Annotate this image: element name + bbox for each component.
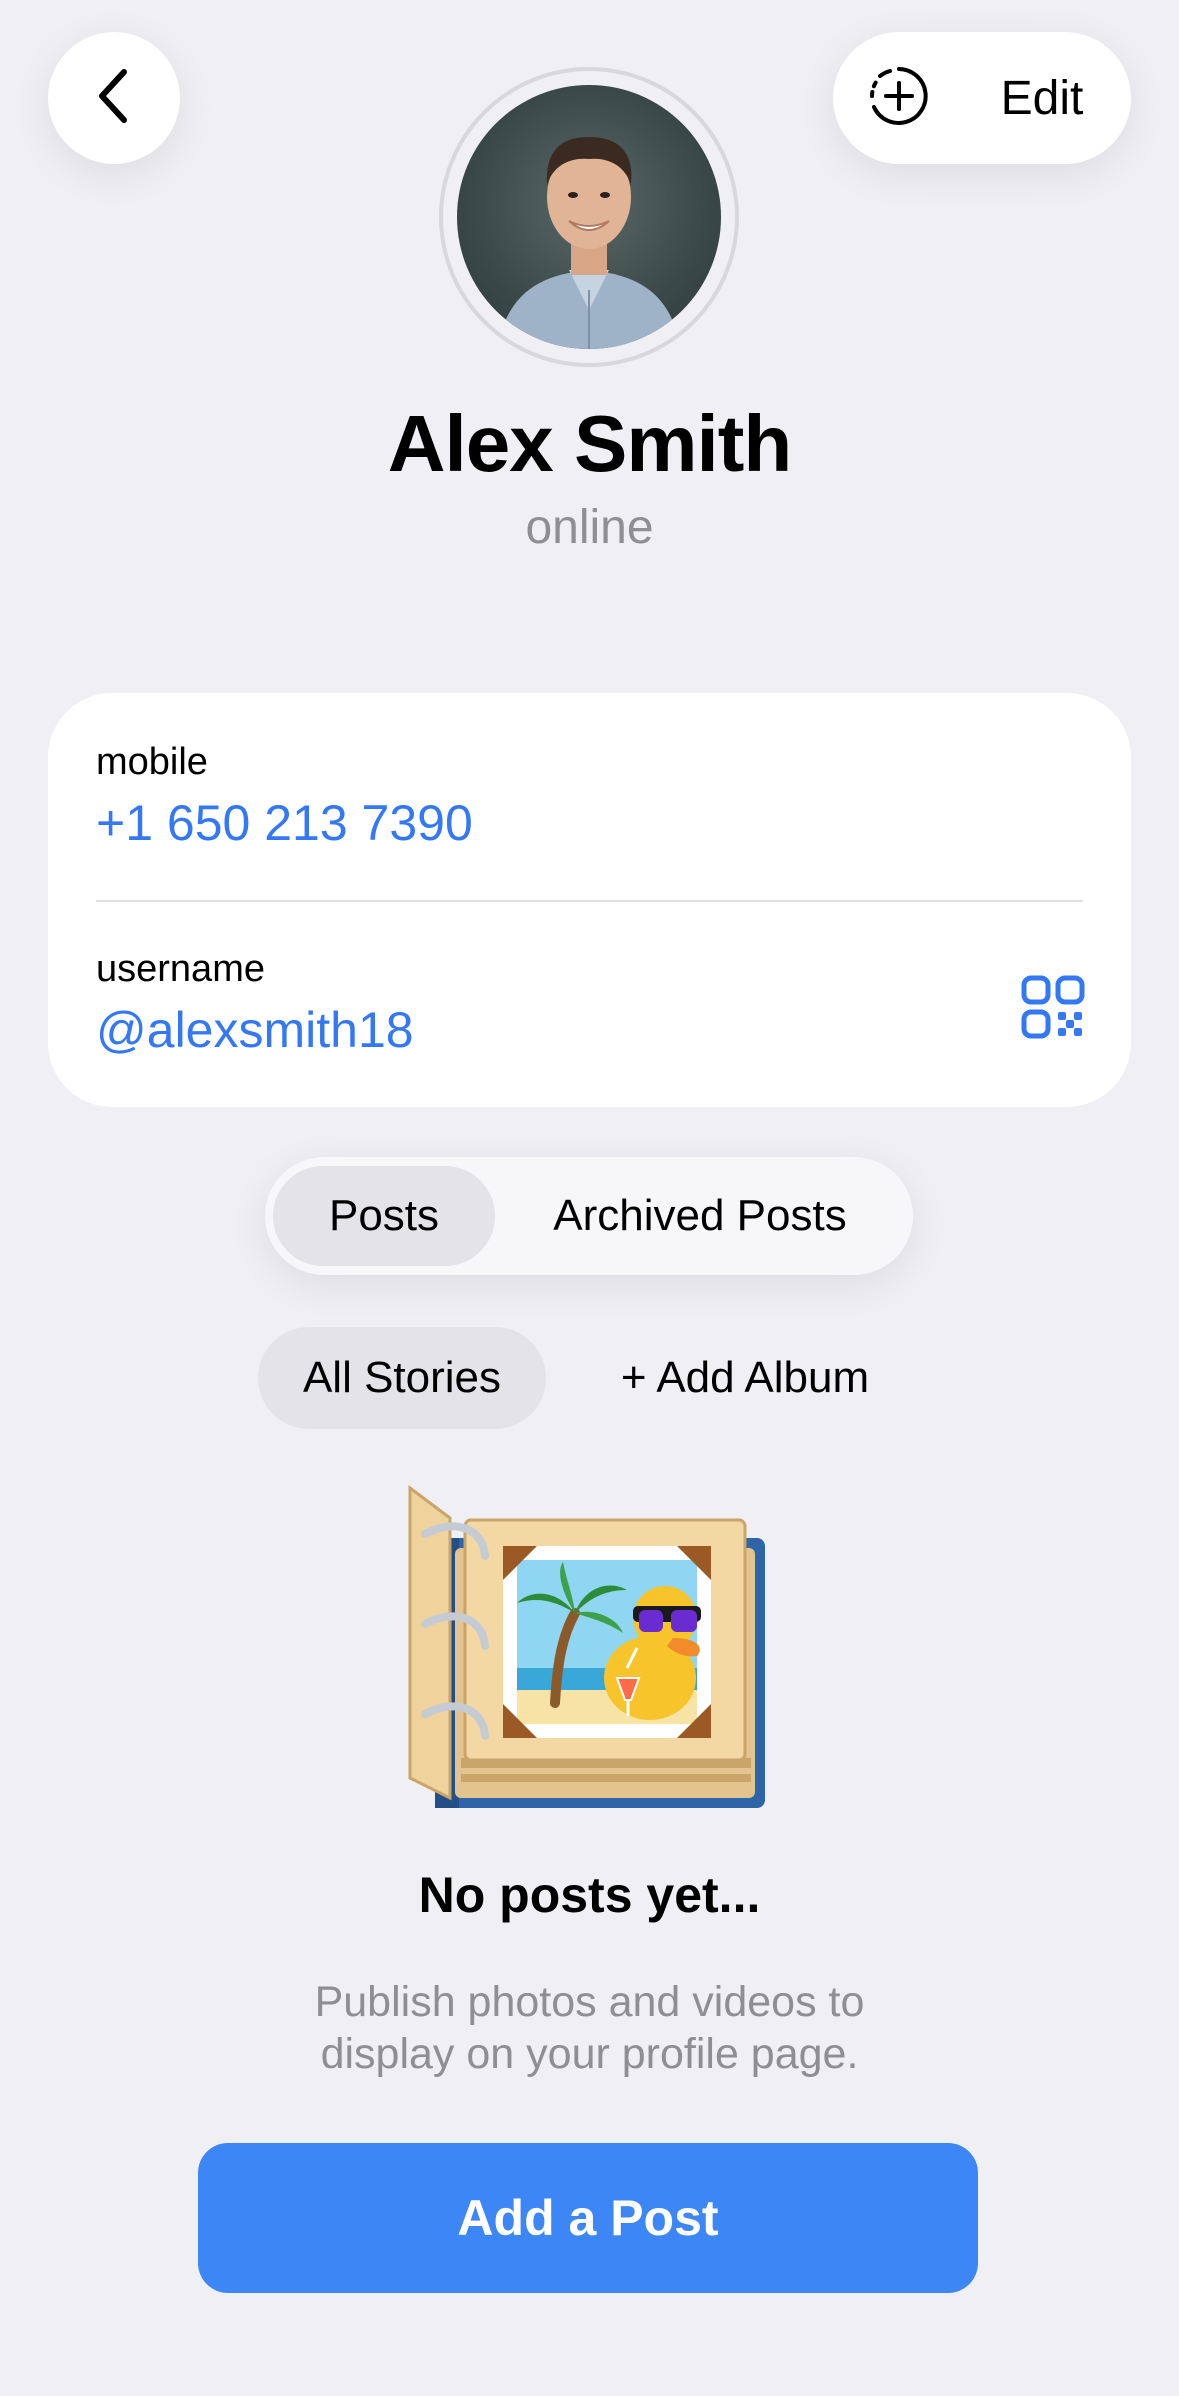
add-story-icon — [868, 65, 930, 132]
contact-info-card: mobile +1 650 213 7390 username @alexsmi… — [48, 693, 1131, 1107]
add-story-button[interactable] — [833, 32, 965, 164]
tab-archived-posts[interactable]: Archived Posts — [495, 1166, 905, 1266]
chevron-left-icon — [94, 66, 134, 131]
profile-screen: Edit Alex Smith online mobile +1 650 213… — [0, 0, 1179, 2396]
avatar[interactable] — [439, 67, 739, 367]
online-status: online — [525, 501, 654, 554]
empty-state-title: No posts yet... — [418, 1867, 761, 1923]
divider — [96, 900, 1083, 902]
all-stories-chip[interactable]: All Stories — [258, 1327, 546, 1429]
mobile-row[interactable]: mobile +1 650 213 7390 — [96, 741, 1083, 852]
back-button[interactable] — [48, 32, 180, 164]
photo-album-illustration — [405, 1478, 775, 1818]
empty-desc-line-2: display on your profile page. — [320, 2030, 859, 2078]
posts-segmented-control: Posts Archived Posts — [265, 1157, 913, 1275]
mobile-label: mobile — [96, 741, 208, 783]
username-label: username — [96, 948, 265, 990]
mobile-value[interactable]: +1 650 213 7390 — [96, 794, 1083, 852]
header-actions: Edit — [833, 32, 1131, 164]
tab-posts[interactable]: Posts — [273, 1166, 495, 1266]
edit-button[interactable]: Edit — [965, 32, 1131, 164]
qr-code-icon[interactable] — [1021, 975, 1085, 1039]
username-value[interactable]: @alexsmith18 — [96, 1001, 1083, 1059]
add-album-button[interactable]: + Add Album — [580, 1327, 910, 1429]
avatar-photo — [457, 85, 721, 349]
add-post-button[interactable]: Add a Post — [198, 2143, 978, 2293]
empty-desc-line-1: Publish photos and videos to — [314, 1978, 865, 2026]
profile-name: Alex Smith — [387, 399, 792, 488]
empty-state-description: Publish photos and videos to display on … — [240, 1976, 939, 2080]
username-row[interactable]: username @alexsmith18 — [96, 948, 1083, 1059]
